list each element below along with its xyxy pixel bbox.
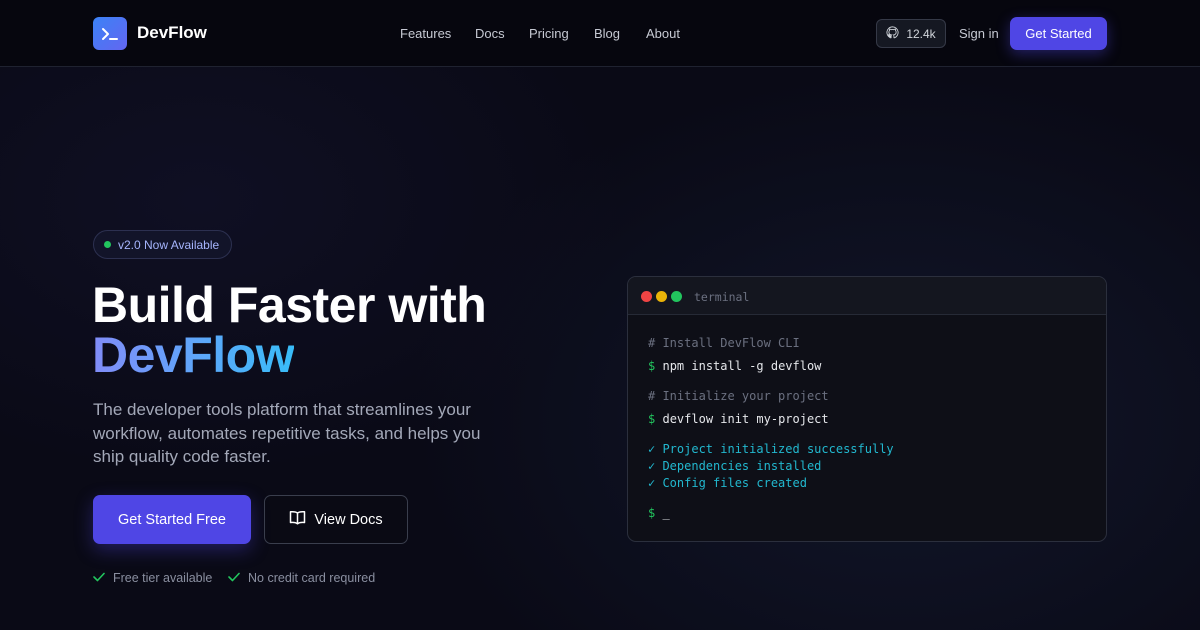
terminal-prompt: $ (648, 506, 656, 520)
check-icon (93, 571, 105, 585)
perk-item: No credit card required (228, 571, 375, 585)
hero-title-line1: Build Faster with (92, 277, 487, 333)
check-icon (228, 571, 240, 585)
sign-in-link[interactable]: Sign in (959, 26, 999, 41)
terminal-success-line: ✓ Project initialized successfully (648, 442, 894, 456)
brand-name[interactable]: DevFlow (137, 23, 207, 43)
get-started-free-button[interactable]: Get Started Free (93, 495, 251, 544)
github-stars-count: 12.4k (906, 26, 936, 41)
view-docs-button[interactable]: View Docs (264, 495, 408, 544)
perk-item: Free tier available (93, 571, 212, 585)
perk-label: No credit card required (248, 571, 376, 585)
nav-link-blog[interactable]: Blog (594, 26, 620, 41)
terminal-success-line: ✓ Dependencies installed (648, 459, 822, 473)
github-icon (886, 25, 899, 42)
hero-description: The developer tools platform that stream… (93, 400, 481, 466)
version-badge: v2.0 Now Available (93, 230, 232, 259)
terminal-command-line: $ npm install -g devflow (648, 359, 821, 373)
terminal-cursor: _ (662, 506, 670, 520)
maximize-dot-icon (671, 291, 682, 302)
terminal-command: npm install -g devflow (662, 359, 822, 373)
nav-link-features[interactable]: Features (400, 26, 451, 41)
terminal-prompt: $ (648, 412, 656, 426)
book-open-icon (289, 510, 306, 529)
terminal-comment: # Initialize your project (648, 389, 829, 403)
terminal-comment: # Install DevFlow CLI (648, 336, 800, 350)
terminal-command: devflow init my-project (662, 412, 829, 426)
status-dot (104, 241, 111, 248)
top-navbar: DevFlow Features Docs Pricing Blog About… (0, 0, 1200, 67)
nav-link-docs[interactable]: Docs (475, 26, 505, 41)
terminal-window: terminal # Install DevFlow CLI $ npm ins… (627, 276, 1107, 542)
nav-link-about[interactable]: About (646, 26, 680, 41)
version-badge-label: v2.0 Now Available (118, 237, 220, 252)
terminal-prompt-icon[interactable] (93, 17, 127, 50)
terminal-input-line: $ _ (648, 506, 670, 520)
terminal-command-line: $ devflow init my-project (648, 412, 829, 426)
github-stars-button[interactable]: 12.4k (876, 19, 946, 48)
minimize-dot-icon (656, 291, 667, 302)
close-dot-icon (641, 291, 652, 302)
perk-label: Free tier available (113, 571, 213, 585)
terminal-titlebar: terminal (628, 277, 1106, 315)
terminal-title: terminal (694, 290, 750, 304)
terminal-prompt: $ (648, 359, 656, 373)
get-started-button[interactable]: Get Started (1010, 17, 1107, 50)
terminal-success-line: ✓ Config files created (648, 476, 807, 490)
hero-title-line2: DevFlow (92, 327, 295, 383)
nav-link-pricing[interactable]: Pricing (529, 26, 569, 41)
view-docs-label: View Docs (314, 511, 383, 528)
